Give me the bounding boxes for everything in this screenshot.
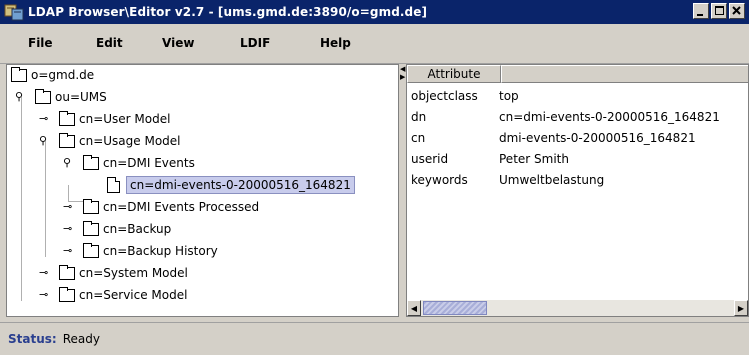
attribute-value: dmi-events-0-20000516_164821	[499, 131, 696, 145]
attribute-value: cn=dmi-events-0-20000516_164821	[499, 110, 720, 124]
folder-icon	[83, 220, 99, 236]
tree-node-label: cn=DMI Events	[103, 156, 195, 170]
folder-icon	[83, 242, 99, 258]
folder-icon	[83, 154, 99, 170]
tree-node-ou-ums[interactable]: ou=UMS	[35, 87, 107, 107]
tree-node-user-model[interactable]: cn=User Model	[59, 109, 170, 129]
menu-view[interactable]: View	[162, 36, 194, 50]
folder-icon	[59, 264, 75, 280]
tree-node-label-selected: cn=dmi-events-0-20000516_164821	[126, 176, 355, 194]
attribute-value: Peter Smith	[499, 152, 569, 166]
folder-icon	[59, 132, 75, 148]
collapse-toggle-icon[interactable]: ⊸	[63, 201, 72, 212]
tree-node-label: cn=User Model	[79, 112, 171, 126]
attribute-name: cn	[411, 131, 426, 145]
tree-node-backup-history[interactable]: cn=Backup History	[83, 241, 218, 261]
tree-node-dmi-event-entry[interactable]: cn=dmi-events-0-20000516_164821	[107, 175, 355, 195]
splitter-right-arrow-icon[interactable]: ▶	[400, 74, 405, 81]
tree-node-label: ou=UMS	[55, 90, 107, 104]
status-value: Ready	[62, 332, 100, 346]
attribute-table-header: Attribute	[407, 65, 748, 83]
attribute-row[interactable]: objectclass top	[411, 86, 519, 106]
splitter-left-arrow-icon[interactable]: ◀	[400, 66, 405, 73]
folder-icon	[59, 286, 75, 302]
attribute-name: keywords	[411, 173, 468, 187]
document-icon	[107, 177, 120, 193]
attribute-table: Attribute objectclass top dn cn=dmi-even…	[406, 64, 749, 317]
attribute-value: Umweltbelastung	[499, 173, 605, 187]
menu-help[interactable]: Help	[320, 36, 351, 50]
attribute-row[interactable]: userid Peter Smith	[411, 149, 569, 169]
tree-node-label: cn=Usage Model	[79, 134, 181, 148]
scrollbar-thumb[interactable]	[423, 301, 487, 315]
minimize-icon	[697, 14, 703, 16]
collapse-toggle-icon[interactable]: ⊸	[39, 267, 48, 278]
tree-node-label: o=gmd.de	[31, 68, 95, 82]
collapse-toggle-icon[interactable]: ⊸	[63, 223, 72, 234]
status-bar: Status: Ready	[0, 322, 749, 355]
folder-icon	[83, 198, 99, 214]
scroll-left-arrow-icon: ◀	[410, 303, 418, 313]
folder-icon	[35, 88, 51, 104]
column-header-value[interactable]	[501, 65, 748, 83]
attribute-value: top	[499, 89, 519, 103]
attribute-name: dn	[411, 110, 427, 124]
folder-icon	[59, 110, 75, 126]
folder-icon	[11, 66, 27, 82]
tree-node-label: cn=Service Model	[79, 288, 188, 302]
attribute-row[interactable]: cn dmi-events-0-20000516_164821	[411, 128, 696, 148]
column-header-attribute[interactable]: Attribute	[407, 65, 501, 83]
attribute-row[interactable]: keywords Umweltbelastung	[411, 170, 604, 190]
maximize-button[interactable]	[711, 3, 727, 19]
horizontal-scrollbar[interactable]: ◀ ▶	[407, 300, 748, 316]
close-icon	[732, 6, 741, 15]
tree-node-label: cn=System Model	[79, 266, 188, 280]
collapse-toggle-icon[interactable]: ⊸	[63, 245, 72, 256]
expand-toggle-icon[interactable]: ⚲	[63, 157, 71, 168]
scroll-right-arrow-icon: ▶	[737, 303, 745, 313]
tree-node-service-model[interactable]: cn=Service Model	[59, 285, 187, 305]
attribute-name: userid	[411, 152, 449, 166]
menu-edit[interactable]: Edit	[96, 36, 123, 50]
scroll-left-button[interactable]: ◀	[407, 300, 421, 316]
menu-bar: File Edit View LDIF Help	[0, 24, 749, 64]
pane-splitter[interactable]: ◀ ▶	[400, 64, 405, 317]
close-button[interactable]	[729, 3, 745, 19]
directory-tree[interactable]: o=gmd.de ⚲ ou=UMS ⊸ cn=User Model ⚲ cn=U…	[6, 64, 399, 317]
app-icon	[4, 3, 26, 21]
tree-node-dmi-events-processed[interactable]: cn=DMI Events Processed	[83, 197, 259, 217]
attribute-name: objectclass	[411, 89, 478, 103]
window-title: LDAP Browser\Editor v2.7 - [ums.gmd.de:3…	[28, 5, 428, 19]
scroll-right-button[interactable]: ▶	[734, 300, 748, 316]
tree-node-backup[interactable]: cn=Backup	[83, 219, 171, 239]
menu-ldif[interactable]: LDIF	[240, 36, 270, 50]
expand-toggle-icon[interactable]: ⚲	[15, 91, 23, 102]
title-bar: LDAP Browser\Editor v2.7 - [ums.gmd.de:3…	[0, 0, 749, 24]
expand-toggle-icon[interactable]: ⚲	[39, 135, 47, 146]
maximize-icon	[715, 6, 724, 15]
status-label: Status:	[8, 332, 57, 346]
collapse-toggle-icon[interactable]: ⊸	[39, 113, 48, 124]
tree-node-label: cn=DMI Events Processed	[103, 200, 260, 214]
attribute-row[interactable]: dn cn=dmi-events-0-20000516_164821	[411, 107, 720, 127]
menu-file[interactable]: File	[28, 36, 53, 50]
tree-node-label: cn=Backup	[103, 222, 172, 236]
tree-node-label: cn=Backup History	[103, 244, 218, 258]
tree-node-dmi-events[interactable]: cn=DMI Events	[83, 153, 195, 173]
collapse-toggle-icon[interactable]: ⊸	[39, 289, 48, 300]
tree-node-o-gmd-de[interactable]: o=gmd.de	[11, 65, 94, 85]
minimize-button[interactable]	[693, 3, 709, 19]
tree-node-system-model[interactable]: cn=System Model	[59, 263, 188, 283]
tree-node-usage-model[interactable]: cn=Usage Model	[59, 131, 181, 151]
